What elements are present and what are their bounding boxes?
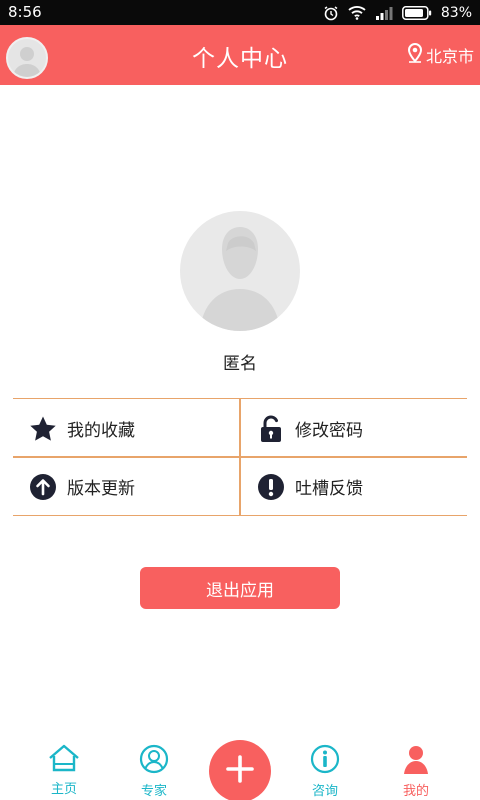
status-icons: 83% [323, 3, 472, 22]
wifi-icon [348, 5, 366, 20]
menu-label: 吐槽反馈 [295, 479, 363, 499]
menu-item-favorites[interactable]: 我的收藏 [13, 400, 239, 457]
unlock-icon [257, 415, 285, 443]
arrow-up-circle-icon [29, 473, 57, 501]
add-button[interactable] [209, 740, 271, 800]
menu-label: 我的收藏 [67, 421, 135, 441]
nav-item-consult[interactable]: 咨询 [295, 744, 355, 799]
menu-item-change-password[interactable]: 修改密码 [241, 400, 467, 457]
location-pin-icon [407, 42, 423, 67]
signal-icon [375, 6, 393, 20]
battery-percent: 83% [440, 4, 472, 21]
plus-icon [225, 754, 255, 788]
exclamation-circle-icon [257, 473, 285, 501]
home-icon [48, 744, 80, 776]
nav-label: 主页 [50, 782, 77, 797]
location-selector[interactable]: 北京市 [407, 42, 474, 67]
menu-grid: 我的收藏 修改密码 版本更新 吐槽反馈 [13, 398, 467, 516]
menu-label: 修改密码 [295, 421, 363, 441]
location-label: 北京市 [425, 47, 474, 66]
info-icon [310, 744, 340, 778]
logout-button[interactable]: 退出应用 [140, 567, 340, 609]
status-time: 8:56 [8, 3, 42, 21]
app-header: 个人中心 北京市 [0, 25, 480, 85]
status-bar: 8:56 83% [0, 0, 480, 25]
nav-item-experts[interactable]: 专家 [124, 744, 184, 799]
menu-item-version-update[interactable]: 版本更新 [13, 458, 239, 515]
nav-label: 我的 [402, 784, 429, 799]
alarm-icon [323, 5, 339, 21]
nav-label: 咨询 [311, 784, 338, 799]
menu-item-feedback[interactable]: 吐槽反馈 [241, 458, 467, 515]
expert-icon [139, 744, 169, 778]
person-icon [401, 744, 431, 778]
nav-item-mine[interactable]: 我的 [386, 744, 446, 799]
profile-name: 匿名 [223, 354, 257, 374]
menu-label: 版本更新 [67, 479, 135, 499]
nav-label: 专家 [140, 784, 167, 799]
avatar-placeholder-icon [200, 227, 280, 331]
battery-icon [401, 5, 432, 20]
nav-item-home[interactable]: 主页 [34, 744, 94, 797]
profile-avatar[interactable] [180, 211, 300, 331]
bottom-nav: 主页 专家 咨询 我的 [0, 740, 480, 800]
star-icon [29, 415, 57, 443]
